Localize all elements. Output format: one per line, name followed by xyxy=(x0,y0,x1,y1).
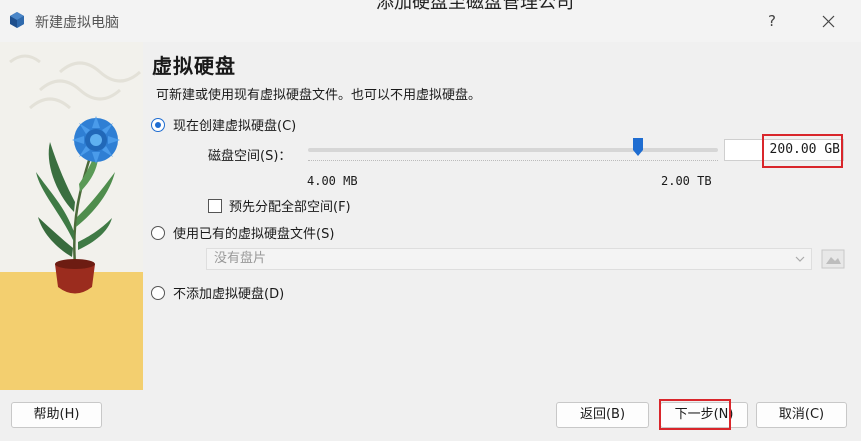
create-new-radio[interactable] xyxy=(151,117,165,132)
window-title: 新建虚拟电脑 xyxy=(35,15,119,31)
virtualbox-cube-icon xyxy=(10,12,24,28)
no-disk-radio[interactable] xyxy=(151,285,165,300)
disk-size-highlight xyxy=(762,134,843,168)
button-bar: 帮助(H) 返回(B) 下一步(N) 取消(C) xyxy=(0,390,861,441)
option-no-disk[interactable]: 不添加虚拟硬盘(D) xyxy=(151,283,284,302)
background-window-text: 添加硬盘至磁盘管理公司 xyxy=(376,0,574,13)
use-existing-radio[interactable] xyxy=(151,225,165,240)
disk-size-min-label: 4.00 MB xyxy=(307,174,358,188)
disk-size-slider-thumb[interactable] xyxy=(633,138,643,156)
use-existing-label: 使用已有的虚拟硬盘文件(S) xyxy=(173,227,335,242)
help-button[interactable]: 帮助(H) xyxy=(11,402,102,428)
title-bar: 添加硬盘至磁盘管理公司 新建虚拟电脑 ? xyxy=(0,0,861,42)
slider-tick-marks xyxy=(308,160,718,163)
preallocate-checkbox[interactable] xyxy=(208,198,222,213)
back-button[interactable]: 返回(B) xyxy=(556,402,649,428)
cancel-button[interactable]: 取消(C) xyxy=(756,402,847,428)
flower-illustration xyxy=(0,42,143,390)
preallocate-label: 预先分配全部空间(F) xyxy=(229,200,351,215)
page-heading: 虚拟硬盘 xyxy=(152,54,236,78)
no-disk-label: 不添加虚拟硬盘(D) xyxy=(173,287,285,302)
disk-size-max-label: 2.00 TB xyxy=(661,174,712,188)
wizard-content: 虚拟硬盘 可新建或使用现有虚拟硬盘文件。也可以不用虚拟硬盘。 现在创建虚拟硬盘(… xyxy=(0,42,861,390)
option-use-existing[interactable]: 使用已有的虚拟硬盘文件(S) xyxy=(151,223,334,242)
preallocate-option[interactable]: 预先分配全部空间(F) xyxy=(208,196,351,215)
option-create-new[interactable]: 现在创建虚拟硬盘(C) xyxy=(151,115,296,134)
help-titlebar-button[interactable]: ? xyxy=(762,10,782,32)
page-description: 可新建或使用现有虚拟硬盘文件。也可以不用虚拟硬盘。 xyxy=(156,88,482,103)
folder-icon[interactable] xyxy=(820,246,846,272)
next-button-highlight xyxy=(659,399,731,430)
close-icon[interactable] xyxy=(815,9,841,33)
chevron-down-icon xyxy=(795,256,805,262)
disk-size-label: 磁盘空间(S)： xyxy=(208,149,292,164)
disk-size-slider-track[interactable] xyxy=(308,148,718,152)
existing-disk-value: 没有盘片 xyxy=(214,251,267,266)
create-new-label: 现在创建虚拟硬盘(C) xyxy=(173,119,297,134)
existing-disk-select[interactable]: 没有盘片 xyxy=(206,248,812,270)
